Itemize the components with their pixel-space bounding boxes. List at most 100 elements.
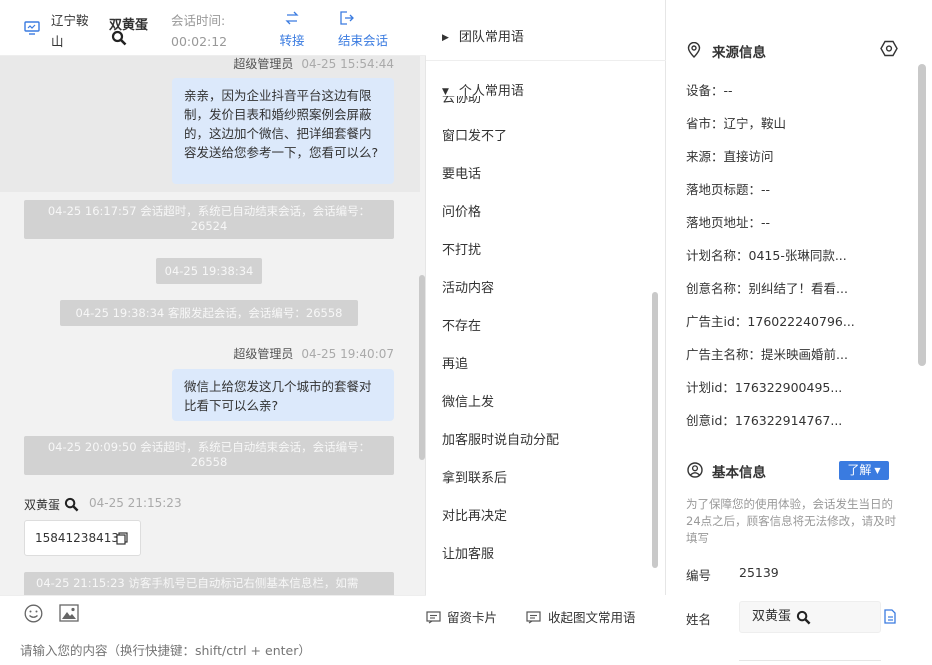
source-field-source: 来源：直接访问 — [686, 146, 774, 165]
clipped-phrase: 云协助 — [442, 96, 482, 103]
location-pin-icon — [687, 42, 701, 58]
name-field[interactable]: 双黄蛋 — [739, 601, 881, 633]
caret-down-icon: ▼ — [874, 466, 881, 475]
phrase-item[interactable]: 不打扰 — [442, 239, 481, 258]
team-phrases-group[interactable]: ▶ 团队常用语 — [442, 26, 524, 45]
id-label: 编号 — [686, 568, 712, 583]
source-field-province: 省市：辽宁，鞍山 — [686, 113, 786, 132]
system-notice: 04-25 21:15:23 访客手机号已自动标记右侧基本信息栏，如需 — [24, 572, 394, 596]
source-field-advertiser-name: 广告主名称：提米映画婚前... — [686, 344, 848, 363]
id-value: 25139 — [739, 565, 779, 580]
agent-message-bubble[interactable]: 亲亲，因为企业抖音平台这边有限制，发价目表和婚纱照案例会屏蔽的，这边加个微信、把… — [172, 78, 394, 184]
leave-card-label: 留资卡片 — [447, 610, 498, 625]
collapse-label: 收起图文常用语 — [548, 610, 636, 625]
phrase-item[interactable]: 活动内容 — [442, 277, 494, 296]
copy-icon[interactable] — [116, 532, 128, 545]
input-area — [0, 595, 426, 665]
field-label: 落地页地址： — [686, 215, 762, 230]
name-label: 姓名 — [686, 612, 712, 627]
field-label: 省市： — [686, 116, 724, 131]
monitor-icon — [24, 21, 40, 35]
phone-number: 15841238413 — [35, 531, 119, 545]
field-value: -- — [761, 182, 771, 197]
field-value: 0415-张琳同款... — [748, 248, 847, 263]
source-field-plan-name: 计划名称：0415-张琳同款... — [686, 245, 847, 264]
field-label: 广告主id： — [686, 314, 748, 329]
phrase-item[interactable]: 微信上发 — [442, 391, 494, 410]
phrases-panel: ▶团队常用语 ▼个人常用语 云协助 窗口发不了 要电话 问价格 不打扰 活动内容… — [426, 0, 666, 595]
phrase-item[interactable]: 不存在 — [442, 315, 481, 334]
field-value: 176022240796... — [747, 314, 855, 329]
field-value: 提米映画婚前... — [761, 347, 848, 362]
agent-message-bubble[interactable]: 微信上给您发这几个城市的套餐对比看下可以么亲? — [172, 369, 394, 421]
field-label: 设备： — [686, 83, 724, 98]
field-label: 创意名称： — [686, 281, 749, 296]
field-label: 广告主名称： — [686, 347, 762, 362]
field-value: 176322914767... — [734, 413, 843, 428]
leave-card-button[interactable]: 留资卡片 — [426, 607, 497, 626]
message-time: 04-25 21:15:23 — [89, 496, 182, 510]
info-notice: 为了保障您的使用体验，会话发生当日的24点之后，顾客信息将无法修改，请及时填写 — [686, 497, 897, 545]
field-label: 计划名称： — [686, 248, 749, 263]
message-time: 04-25 15:54:44 — [301, 57, 394, 71]
phrase-item[interactable]: 要电话 — [442, 163, 481, 182]
field-label: 落地页标题： — [686, 182, 762, 197]
search-icon[interactable] — [111, 30, 127, 46]
source-field-landing-url: 落地页地址：-- — [686, 212, 770, 231]
transfer-icon — [284, 11, 300, 25]
search-icon[interactable] — [64, 497, 79, 512]
field-value: 别纠结了！看看... — [748, 281, 848, 296]
field-value: 直接访问 — [723, 149, 774, 164]
session-time: 会话时间: 00:02:12 — [171, 13, 228, 49]
phrase-tools: 留资卡片 收起图文常用语 — [426, 595, 666, 665]
image-icon[interactable] — [59, 604, 79, 622]
system-notice: 04-25 20:09:50 会话超时，系统已自动结束会话，会话编号：26558 — [24, 436, 394, 475]
emoji-icon[interactable] — [24, 604, 43, 623]
phrase-item[interactable]: 加客服时说自动分配 — [442, 429, 559, 448]
phrase-item[interactable]: 窗口发不了 — [442, 125, 507, 144]
system-notice: 04-25 19:38:34 客服发起会话，会话编号：26558 — [60, 300, 358, 326]
collapse-phrases-button[interactable]: 收起图文常用语 — [526, 607, 636, 626]
info-scrollbar[interactable] — [918, 64, 926, 366]
user-icon — [687, 462, 703, 478]
phrase-item[interactable]: 再追 — [442, 353, 468, 372]
phrases-scrollbar[interactable] — [652, 292, 658, 568]
visitor-phone-message[interactable]: 15841238413 — [24, 520, 141, 556]
source-field-creative-id: 创意id：176322914767... — [686, 410, 842, 429]
transfer-button[interactable]: 转接 — [275, 11, 309, 49]
phrase-item[interactable]: 对比再决定 — [442, 505, 507, 524]
message-meta: 双黄蛋 — [24, 496, 60, 513]
source-field-landing-title: 落地页标题：-- — [686, 179, 770, 198]
source-field-advertiser-id: 广告主id：176022240796... — [686, 311, 855, 330]
transfer-label: 转接 — [279, 33, 305, 48]
exit-icon — [339, 11, 354, 25]
message-list[interactable]: 超级管理员 04-25 15:54:44 亲亲，因为企业抖音平台这边有限制，发价目… — [0, 56, 420, 596]
phrase-item[interactable]: 拿到联系后 — [442, 467, 507, 486]
message-input[interactable] — [20, 638, 420, 662]
edit-doc-icon[interactable] — [883, 609, 897, 624]
learn-more-label: 了解 — [847, 463, 872, 477]
field-label: 计划id： — [686, 380, 735, 395]
field-value: 辽宁，鞍山 — [723, 116, 787, 131]
field-label: 来源： — [686, 149, 724, 164]
phrase-item[interactable]: 问价格 — [442, 201, 481, 220]
source-field-creative-name: 创意名称：别纠结了！看看... — [686, 278, 848, 297]
sender-name: 双黄蛋 — [24, 498, 61, 512]
search-icon — [796, 610, 811, 625]
basic-info-title: 基本信息 — [712, 465, 766, 481]
divider — [426, 60, 666, 61]
system-notice: 04-25 16:17:57 会话超时，系统已自动结束会话，会话编号：26524 — [24, 200, 394, 239]
message-meta: 超级管理员 04-25 19:40:07 — [233, 345, 394, 362]
phrase-item[interactable]: 让加客服 — [442, 543, 494, 562]
customer-info-panel: 来源信息 设备：-- 省市：辽宁，鞍山 来源：直接访问 落地页标题：-- 落地页… — [666, 0, 932, 665]
field-value: -- — [761, 215, 771, 230]
system-timestamp: 04-25 19:38:34 — [156, 258, 262, 284]
settings-icon[interactable] — [880, 40, 898, 57]
sender-name: 超级管理员 — [233, 57, 294, 71]
field-label: 创意id： — [686, 413, 735, 428]
end-session-button[interactable]: 结束会话 — [338, 11, 398, 49]
source-field-device: 设备：-- — [686, 80, 733, 99]
chat-scrollbar[interactable] — [419, 275, 425, 460]
learn-more-button[interactable]: 了解 ▼ — [839, 461, 889, 480]
name-value: 双黄蛋 — [752, 609, 792, 624]
